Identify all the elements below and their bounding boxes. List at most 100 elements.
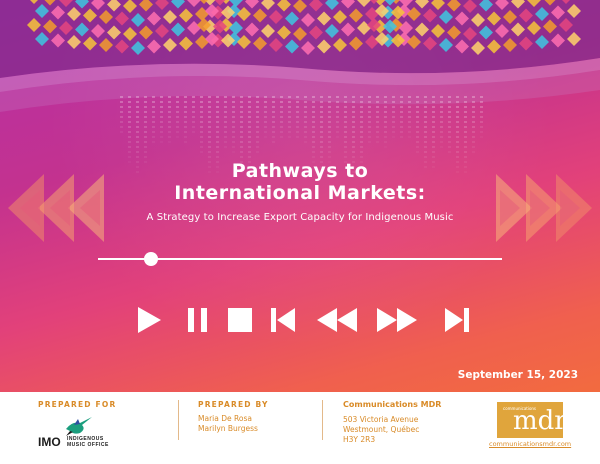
equalizer-dot (432, 106, 435, 108)
equalizer-dot (280, 111, 283, 113)
equalizer-dot (344, 146, 347, 148)
equalizer-dot (280, 126, 283, 128)
play-button[interactable] (130, 302, 166, 338)
equalizer-dot (120, 111, 123, 113)
equalizer-dot (432, 111, 435, 113)
equalizer-dot (432, 136, 435, 138)
equalizer-dot (432, 96, 435, 98)
equalizer-dot (336, 136, 339, 138)
skip-back-button[interactable] (265, 302, 301, 338)
equalizer-dot (176, 106, 179, 108)
stop-icon (228, 308, 252, 332)
equalizer-dot (152, 131, 155, 133)
equalizer-dot (296, 116, 299, 118)
pause-button[interactable] (180, 302, 216, 338)
equalizer-dot (440, 116, 443, 118)
equalizer-dot (440, 146, 443, 148)
equalizer-dot (304, 101, 307, 103)
equalizer-dot (256, 136, 259, 138)
equalizer-dot (456, 141, 459, 143)
equalizer-dot (224, 141, 227, 143)
equalizer-dot (216, 116, 219, 118)
equalizer-dot (432, 101, 435, 103)
skip-forward-button[interactable] (439, 302, 475, 338)
equalizer-dot (160, 136, 163, 138)
equalizer-dot (120, 106, 123, 108)
equalizer-dot (264, 131, 267, 133)
equalizer-dot (160, 121, 163, 123)
equalizer-dot (216, 126, 219, 128)
seek-handle[interactable] (143, 252, 158, 266)
equalizer-dot (128, 101, 131, 103)
equalizer-dot (168, 136, 171, 138)
stop-button[interactable] (222, 302, 258, 338)
equalizer-dot (408, 116, 411, 118)
equalizer-dot (312, 101, 315, 103)
equalizer-dot (432, 141, 435, 143)
equalizer-dot (416, 146, 419, 148)
equalizer-dot (480, 101, 483, 103)
equalizer-dot (416, 96, 419, 98)
equalizer-dot (128, 121, 131, 123)
equalizer-dot (472, 101, 475, 103)
seek-bar[interactable] (98, 258, 502, 260)
equalizer-dot (384, 131, 387, 133)
equalizer-dot (384, 96, 387, 98)
equalizer-dot (368, 121, 371, 123)
equalizer-dot (232, 126, 235, 128)
equalizer-dot (448, 116, 451, 118)
equalizer-dot (192, 101, 195, 103)
equalizer-dot (208, 151, 211, 153)
equalizer-dot (344, 126, 347, 128)
equalizer-dot (328, 101, 331, 103)
equalizer-dot (184, 136, 187, 138)
equalizer-dot (272, 106, 275, 108)
equalizer-dot (144, 156, 147, 158)
equalizer-dot (264, 136, 267, 138)
equalizer-dot (440, 106, 443, 108)
equalizer-dot (240, 136, 243, 138)
title-line-1: Pathways to (231, 160, 369, 182)
equalizer-dot (208, 101, 211, 103)
equalizer-dot (384, 126, 387, 128)
geometric-pattern-band (0, 0, 600, 112)
equalizer-dot (248, 111, 251, 113)
equalizer-dot (192, 106, 195, 108)
equalizer-dot (264, 121, 267, 123)
equalizer-dot (336, 96, 339, 98)
equalizer-dot (232, 151, 235, 153)
equalizer-dot (424, 156, 427, 158)
equalizer-dot (232, 136, 235, 138)
equalizer-dot (160, 101, 163, 103)
rewind-button[interactable] (315, 302, 359, 338)
equalizer-dot (200, 126, 203, 128)
equalizer-dot (256, 121, 259, 123)
equalizer-dot (456, 156, 459, 158)
company-website-link[interactable]: communicationsmdr.com (489, 440, 571, 448)
equalizer-dot (376, 131, 379, 133)
equalizer-dot (128, 136, 131, 138)
fast-forward-button[interactable] (375, 302, 419, 338)
equalizer-dot (248, 136, 251, 138)
equalizer-dot (208, 156, 211, 158)
media-controls (130, 302, 475, 338)
equalizer-dot (152, 121, 155, 123)
equalizer-dot (368, 101, 371, 103)
equalizer-dot (200, 131, 203, 133)
equalizer-dot (168, 121, 171, 123)
equalizer-dot (192, 131, 195, 133)
equalizer-dot (344, 156, 347, 158)
equalizer-dot (456, 151, 459, 153)
equalizer-dot (128, 146, 131, 148)
equalizer-dot (184, 111, 187, 113)
equalizer-dot (360, 126, 363, 128)
equalizer-dot (312, 151, 315, 153)
equalizer-dot (192, 126, 195, 128)
equalizer-dot (208, 146, 211, 148)
equalizer-dot (448, 136, 451, 138)
equalizer-dot (208, 126, 211, 128)
equalizer-dot (304, 126, 307, 128)
equalizer-dot (184, 131, 187, 133)
equalizer-dot (440, 126, 443, 128)
equalizer-dot (144, 101, 147, 103)
